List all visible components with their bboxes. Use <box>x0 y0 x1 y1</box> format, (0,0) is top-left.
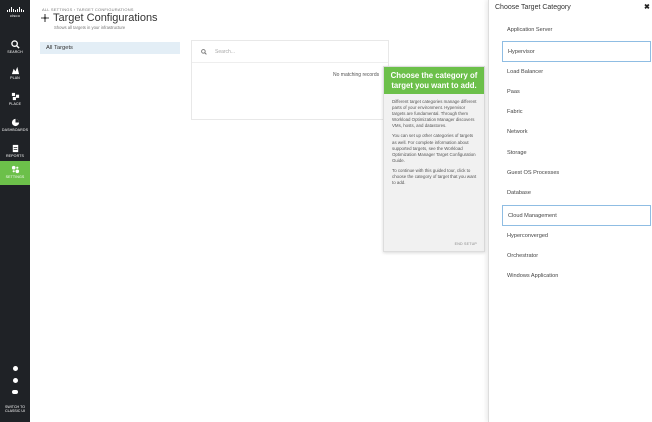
search-bar[interactable]: Search... <box>192 41 388 63</box>
tour-paragraph: You can set up other categories of targe… <box>392 133 476 163</box>
nav-item-place[interactable]: PLACE <box>0 88 30 114</box>
choose-target-category-panel: Choose Target Category ✖ Application Ser… <box>488 0 652 422</box>
page-subtitle: Shows all targets in your infrastructure <box>54 25 126 30</box>
end-setup-link[interactable]: END SETUP <box>455 242 477 246</box>
nav-label: DASHBOARDS <box>1 128 29 132</box>
category-network[interactable]: Network <box>502 122 651 143</box>
target-config-icon <box>41 14 49 22</box>
category-application-server[interactable]: Application Server <box>502 20 651 41</box>
dashboard-icon <box>11 118 19 127</box>
category-cloud-management[interactable]: Cloud Management <box>502 205 651 226</box>
toggle-icon <box>12 390 18 394</box>
logo-text: cisco <box>9 13 21 18</box>
nav-item-plan[interactable]: PLAN <box>0 62 30 88</box>
nav-item-dashboards[interactable]: DASHBOARDS <box>0 114 30 140</box>
all-targets-item[interactable]: All Targets <box>40 42 180 54</box>
nav-item-settings[interactable]: SETTINGS <box>0 161 30 185</box>
tour-paragraph: Different target categories manage diffe… <box>392 99 477 129</box>
search-icon <box>201 49 207 55</box>
switch-label-line2: CLASSIC UI <box>5 409 25 413</box>
category-hypervisor[interactable]: Hypervisor <box>502 41 651 62</box>
category-orchestrator[interactable]: Orchestrator <box>502 246 651 267</box>
category-guest-os-processes[interactable]: Guest OS Processes <box>502 163 651 184</box>
left-nav: cisco SEARCH PLAN PLACE DASHBOARDS REPOR… <box>0 0 30 422</box>
category-database[interactable]: Database <box>502 183 651 204</box>
nav-label: PLAN <box>10 76 20 80</box>
category-storage[interactable]: Storage <box>502 143 651 164</box>
nav-label: PLACE <box>8 102 22 106</box>
category-paas[interactable]: Paas <box>502 82 651 103</box>
nav-label: SEARCH <box>7 50 23 54</box>
cisco-logo: cisco <box>4 7 26 18</box>
page-title: Target Configurations <box>53 12 158 24</box>
targets-card: Search... No matching records <box>191 40 389 120</box>
reports-icon <box>12 144 18 153</box>
nav-item-search[interactable]: SEARCH <box>0 36 30 62</box>
page-header: Target Configurations <box>41 12 158 24</box>
plan-icon <box>11 66 19 75</box>
info-button[interactable] <box>0 366 30 371</box>
place-icon <box>11 92 19 101</box>
no-match-message: No matching records <box>333 72 380 78</box>
tour-heading: Choose the category of target you want t… <box>384 67 484 94</box>
toggle-button[interactable] <box>0 390 30 394</box>
nav-label: REPORTS <box>5 154 24 158</box>
settings-icon <box>11 165 19 174</box>
category-windows-application[interactable]: Windows Application <box>502 266 651 287</box>
category-hyperconverged[interactable]: Hyperconverged <box>502 226 651 247</box>
category-fabric[interactable]: Fabric <box>502 102 651 123</box>
help-button[interactable] <box>0 378 30 383</box>
switch-to-classic-ui[interactable]: SWITCH TO CLASSIC UI <box>0 405 30 413</box>
close-icon[interactable]: ✖ <box>644 3 650 11</box>
tour-paragraph: To continue with this guided tour, click… <box>392 167 477 186</box>
search-input[interactable]: Search... <box>215 49 235 55</box>
panel-title: Choose Target Category <box>495 4 571 11</box>
tour-body: Different target categories manage diffe… <box>384 94 484 186</box>
guided-tour-popup: Choose the category of target you want t… <box>383 66 485 252</box>
nav-label: SETTINGS <box>5 175 25 179</box>
help-icon <box>12 378 18 383</box>
search-icon <box>10 40 20 49</box>
category-load-balancer[interactable]: Load Balancer <box>502 62 651 83</box>
info-icon <box>12 366 18 371</box>
